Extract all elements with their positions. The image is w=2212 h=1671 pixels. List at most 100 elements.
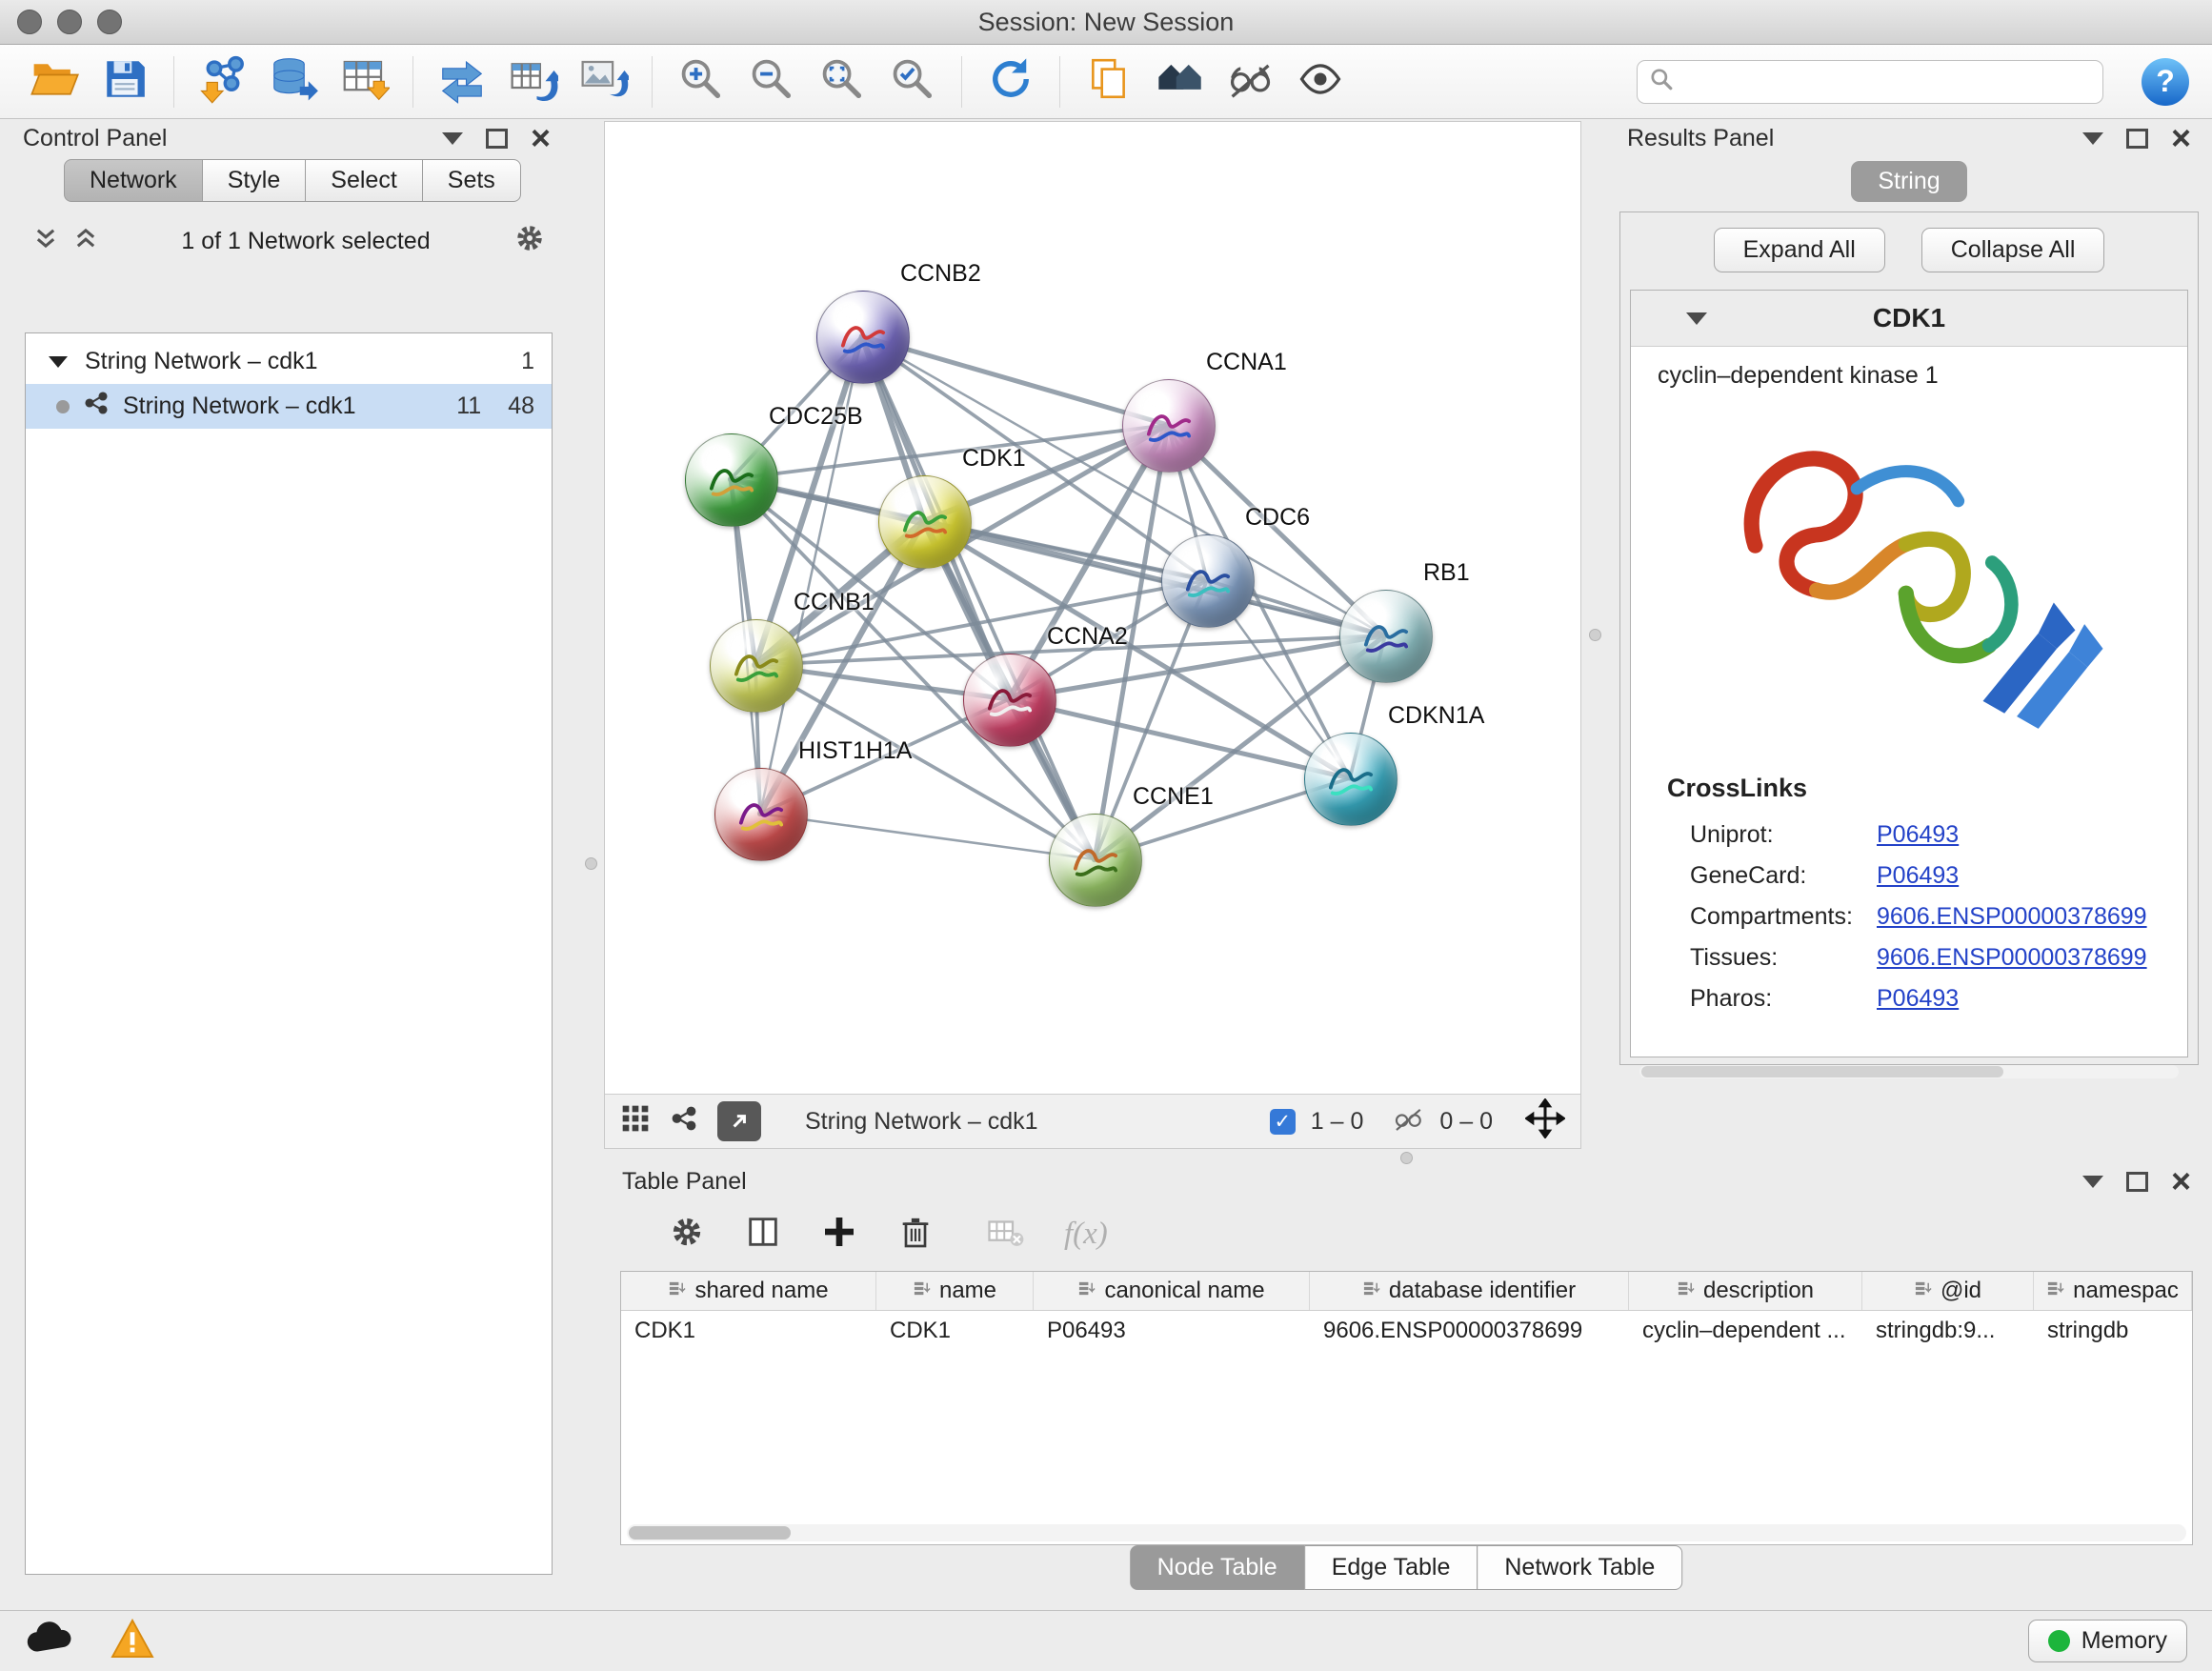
tab-network[interactable]: Network	[64, 159, 203, 202]
tree-caret-icon[interactable]	[49, 356, 68, 368]
import-network-button[interactable]	[191, 50, 254, 113]
network-node-ccna1[interactable]	[1122, 379, 1216, 473]
expand-all-icon[interactable]	[72, 225, 99, 258]
vertical-splitter-handle[interactable]	[1589, 629, 1601, 641]
collapse-all-button[interactable]: Collapse All	[1921, 228, 2105, 272]
add-column-icon[interactable]	[820, 1213, 858, 1256]
network-canvas[interactable]: CCNB2CCNA1CDC25BCDK1CDC6RB1CCNB1CCNA2CDK…	[605, 122, 1580, 1094]
column-header-database-identifier[interactable]: database identifier	[1310, 1272, 1629, 1310]
table-cell[interactable]: 9606.ENSP00000378699	[1310, 1311, 1629, 1351]
tab-sets[interactable]: Sets	[422, 159, 521, 202]
minimize-window-button[interactable]	[57, 10, 82, 34]
close-panel-icon[interactable]: ×	[2171, 1168, 2191, 1195]
table-cell[interactable]: cyclin–dependent ...	[1629, 1311, 1862, 1351]
tab-string[interactable]: String	[1851, 161, 1966, 202]
network-from-table-button[interactable]	[501, 50, 564, 113]
panel-menu-icon[interactable]	[2082, 1176, 2103, 1188]
show-view-button[interactable]	[1289, 50, 1352, 113]
table-cell[interactable]: P06493	[1034, 1311, 1310, 1351]
network-collection-row[interactable]: String Network – cdk1 1	[26, 333, 552, 384]
expand-all-button[interactable]: Expand All	[1714, 228, 1885, 272]
open-session-button[interactable]	[23, 50, 86, 113]
float-panel-icon[interactable]	[2126, 1172, 2148, 1192]
crosslink-link[interactable]: 9606.ENSP00000378699	[1877, 903, 2147, 931]
detach-view-button[interactable]	[717, 1101, 761, 1141]
scrollbar-thumb[interactable]	[629, 1526, 791, 1540]
crosslink-link[interactable]: P06493	[1877, 985, 1959, 1013]
crosslink-link[interactable]: P06493	[1877, 821, 1959, 849]
gear-icon[interactable]	[513, 221, 547, 262]
tab-edge-table[interactable]: Edge Table	[1304, 1545, 1478, 1590]
zoom-in-button[interactable]	[670, 50, 733, 113]
network-node-cdc6[interactable]	[1161, 534, 1255, 628]
network-node-ccna2[interactable]	[963, 654, 1056, 747]
network-row-selected[interactable]: String Network – cdk1 11 48	[26, 384, 552, 429]
table-cell[interactable]: stringdb:9...	[1862, 1311, 2034, 1351]
float-panel-icon[interactable]	[486, 129, 508, 149]
tab-node-table[interactable]: Node Table	[1130, 1545, 1305, 1590]
home-view-button[interactable]	[1148, 50, 1211, 113]
collapse-all-icon[interactable]	[32, 225, 59, 258]
tab-network-table[interactable]: Network Table	[1477, 1545, 1682, 1590]
search-field[interactable]	[1637, 60, 2103, 104]
network-node-rb1[interactable]	[1339, 590, 1433, 683]
horizontal-splitter-handle[interactable]	[1400, 1152, 1413, 1164]
table-cell[interactable]: stringdb	[2034, 1311, 2192, 1351]
hide-annotations-button[interactable]	[1218, 50, 1281, 113]
network-node-cdk1[interactable]	[878, 475, 972, 569]
panel-menu-icon[interactable]	[2082, 132, 2103, 145]
column-header-@id[interactable]: @id	[1862, 1272, 2034, 1310]
table-row[interactable]: CDK1CDK1P064939606.ENSP00000378699cyclin…	[621, 1311, 2192, 1351]
column-header-name[interactable]: name	[876, 1272, 1034, 1310]
export-image-button[interactable]	[572, 50, 634, 113]
grid-view-icon[interactable]	[620, 1103, 651, 1140]
tab-style[interactable]: Style	[202, 159, 307, 202]
network-node-ccne1[interactable]	[1049, 814, 1142, 907]
tab-select[interactable]: Select	[305, 159, 422, 202]
close-panel-icon[interactable]: ×	[531, 125, 551, 151]
collapse-entry-icon[interactable]	[1686, 312, 1707, 325]
save-session-button[interactable]	[93, 50, 156, 113]
close-window-button[interactable]	[17, 10, 42, 34]
table-horizontal-scrollbar[interactable]	[627, 1524, 2186, 1541]
column-header-shared-name[interactable]: shared name	[621, 1272, 876, 1310]
zoom-window-button[interactable]	[97, 10, 122, 34]
network-node-cdc25b[interactable]	[685, 433, 778, 527]
results-horizontal-scrollbar[interactable]	[1639, 1065, 2179, 1078]
new-network-button[interactable]	[431, 50, 493, 113]
zoom-selected-button[interactable]	[881, 50, 944, 113]
close-panel-icon[interactable]: ×	[2171, 125, 2191, 151]
crosslink-link[interactable]: P06493	[1877, 862, 1959, 890]
float-panel-icon[interactable]	[2126, 129, 2148, 149]
scrollbar-thumb[interactable]	[1641, 1066, 2003, 1077]
table-cell[interactable]: CDK1	[876, 1311, 1034, 1351]
table-cell[interactable]: CDK1	[621, 1311, 876, 1351]
zoom-out-button[interactable]	[740, 50, 803, 113]
search-input[interactable]	[1683, 67, 2091, 96]
network-node-cdkn1a[interactable]	[1304, 733, 1398, 826]
column-header-namespac[interactable]: namespac	[2034, 1272, 2192, 1310]
cloud-icon[interactable]	[25, 1621, 76, 1661]
warning-icon[interactable]	[111, 1619, 154, 1663]
refresh-button[interactable]	[979, 50, 1042, 113]
select-columns-icon[interactable]	[744, 1213, 782, 1256]
network-node-ccnb1[interactable]	[710, 619, 803, 713]
pan-crosshair-icon[interactable]	[1525, 1098, 1565, 1145]
network-node-hist1h1a[interactable]	[714, 768, 808, 861]
delete-column-icon[interactable]	[896, 1213, 935, 1256]
network-icon[interactable]	[670, 1104, 698, 1139]
panel-menu-icon[interactable]	[442, 132, 463, 145]
selected-checkbox-icon[interactable]: ✓	[1270, 1109, 1296, 1135]
column-header-canonical-name[interactable]: canonical name	[1034, 1272, 1310, 1310]
entry-header[interactable]: CDK1	[1631, 291, 2187, 347]
hidden-eye-slash-icon[interactable]	[1392, 1102, 1424, 1141]
zoom-fit-button[interactable]	[811, 50, 874, 113]
copy-button[interactable]	[1077, 50, 1140, 113]
crosslink-link[interactable]: 9606.ENSP00000378699	[1877, 944, 2147, 972]
column-header-description[interactable]: description	[1629, 1272, 1862, 1310]
memory-button[interactable]: Memory	[2028, 1620, 2187, 1662]
import-table-button[interactable]	[332, 50, 395, 113]
gear-icon[interactable]	[668, 1213, 706, 1256]
vertical-splitter-handle[interactable]	[585, 857, 597, 870]
import-database-button[interactable]	[262, 50, 325, 113]
